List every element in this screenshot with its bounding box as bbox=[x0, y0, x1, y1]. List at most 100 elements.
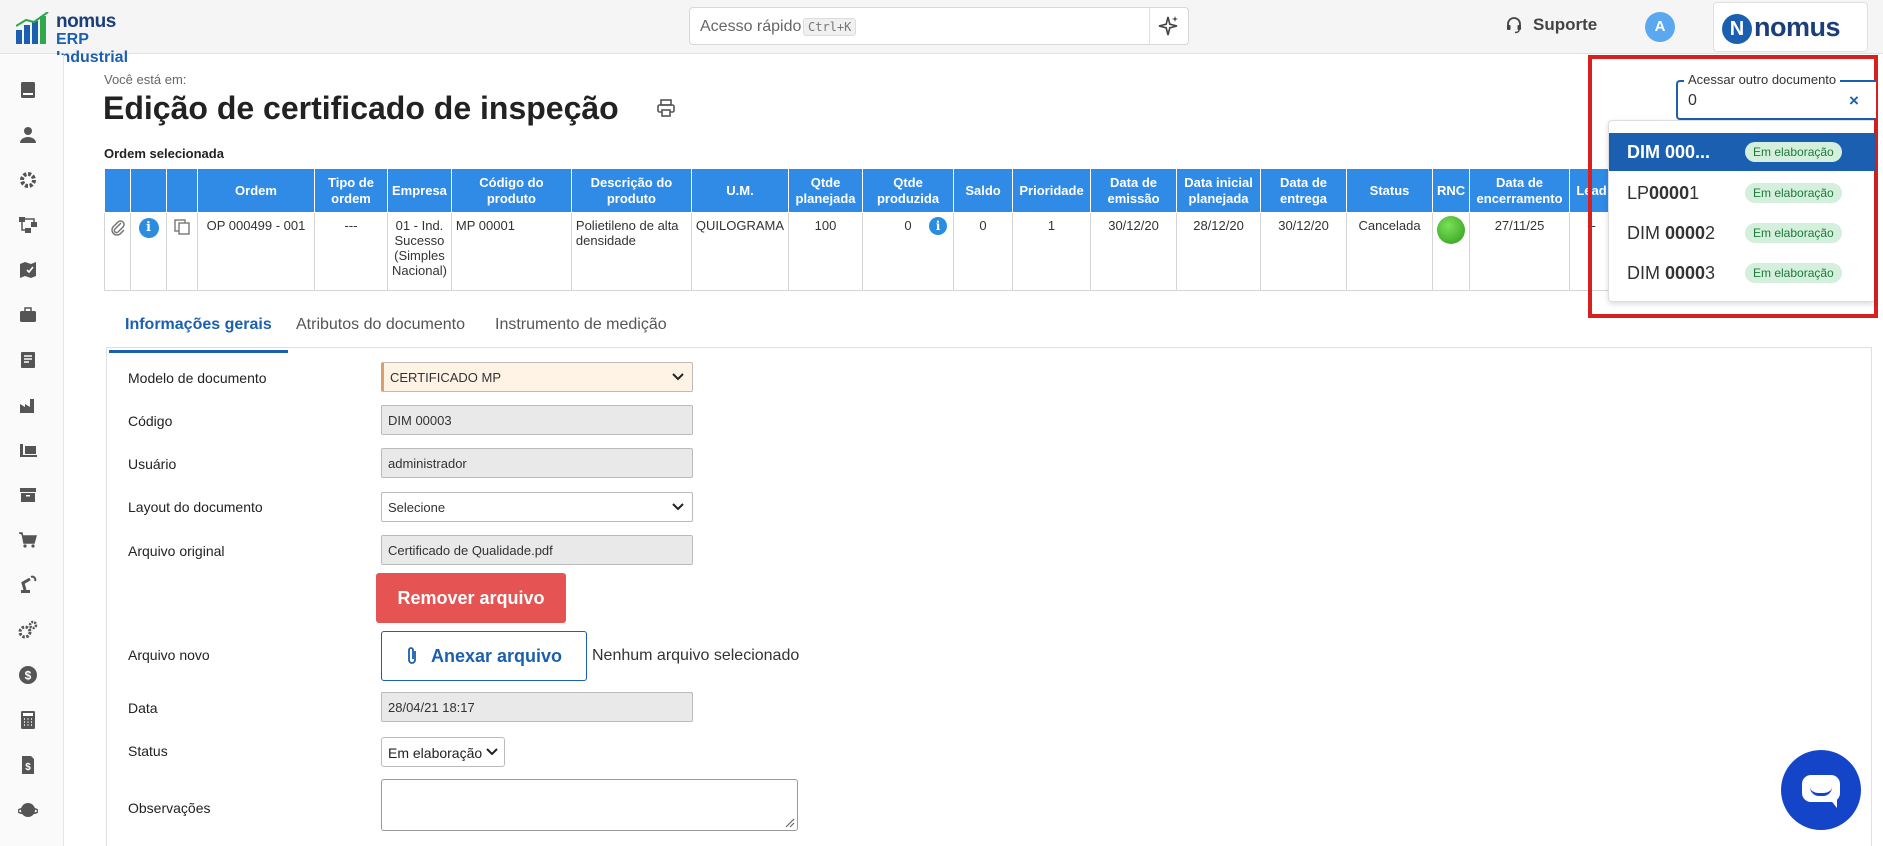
modelo-label: Modelo de documento bbox=[128, 370, 267, 386]
nomus-brand-logo: N nomus bbox=[1713, 2, 1868, 52]
user-avatar[interactable]: A bbox=[1645, 12, 1675, 42]
forklift-icon[interactable] bbox=[18, 440, 38, 460]
cell-data-encerramento: 27/11/25 bbox=[1469, 212, 1571, 291]
status-badge: Em elaboração bbox=[1745, 142, 1842, 162]
codigo-label: Código bbox=[128, 413, 173, 429]
codigo-field[interactable]: DIM 00003 bbox=[381, 405, 693, 435]
cell-descricao: Polietileno de alta densidade bbox=[570, 212, 692, 291]
modelo-select[interactable]: CERTIFICADO MP bbox=[381, 362, 693, 392]
col-header-qtde-produzida[interactable]: Qtde produzida bbox=[862, 168, 955, 213]
archive-icon[interactable] bbox=[18, 485, 38, 505]
col-header-descricao[interactable]: Descrição do produto bbox=[570, 168, 692, 213]
map-icon[interactable] bbox=[18, 260, 38, 280]
col-header-data-emissao[interactable]: Data de emissão bbox=[1090, 168, 1178, 213]
observacoes-label: Observações bbox=[128, 800, 211, 816]
tab-label: Informações gerais bbox=[125, 316, 272, 333]
dropdown-item[interactable]: LP00001 Em elaboração bbox=[1609, 174, 1875, 212]
qtde-info-icon[interactable]: i bbox=[929, 217, 948, 235]
clear-icon[interactable]: × bbox=[1849, 91, 1859, 111]
settings-cluster-icon[interactable] bbox=[18, 620, 38, 640]
form-panel bbox=[106, 347, 1872, 846]
search-placeholder: Acesso rápido bbox=[700, 18, 802, 35]
col-header-data-entrega[interactable]: Data de entrega bbox=[1260, 168, 1348, 213]
dropdown-item[interactable]: DIM 00003 Em elaboração bbox=[1609, 254, 1875, 292]
attach-file-label: Anexar arquivo bbox=[431, 646, 563, 666]
user-icon[interactable] bbox=[18, 125, 38, 145]
dropdown-item-code: LP00001 bbox=[1627, 183, 1700, 203]
col-header-um[interactable]: U.M. bbox=[690, 168, 790, 213]
col-header-prioridade[interactable]: Prioridade bbox=[1012, 168, 1092, 213]
col-header-empresa[interactable]: Empresa bbox=[387, 168, 452, 213]
status-select[interactable]: Em elaboração bbox=[381, 737, 505, 767]
cell-data-emissao: 30/12/20 bbox=[1090, 212, 1178, 291]
data-field[interactable]: 28/04/21 18:17 bbox=[381, 692, 693, 722]
nomus-erp-logo[interactable]: nomus ERP Industrial bbox=[14, 8, 164, 66]
cell-codigo: MP 00001 bbox=[450, 212, 572, 291]
cell-tipo: --- bbox=[314, 212, 388, 291]
document-icon[interactable] bbox=[18, 350, 38, 370]
col-header-qtde-planejada[interactable]: Qtde planejada bbox=[788, 168, 864, 213]
cell-saldo: 0 bbox=[953, 212, 1014, 291]
briefcase-icon[interactable] bbox=[18, 305, 38, 325]
dollar-icon[interactable]: $ bbox=[18, 665, 38, 685]
attach-file-button[interactable]: Anexar arquivo bbox=[381, 631, 587, 681]
book-icon[interactable] bbox=[18, 80, 38, 100]
chevron-down-icon bbox=[486, 748, 498, 756]
factory-icon[interactable] bbox=[18, 395, 38, 415]
arquivo-original-field[interactable]: Certificado de Qualidade.pdf bbox=[381, 535, 693, 565]
planet-icon[interactable] bbox=[18, 800, 38, 820]
usuario-field[interactable]: administrador bbox=[381, 448, 693, 478]
status-value: Em elaboração bbox=[388, 745, 483, 761]
status-badge: Em elaboração bbox=[1745, 223, 1842, 243]
col-header-data-inicial[interactable]: Data inicial planejada bbox=[1176, 168, 1262, 213]
cart-icon[interactable] bbox=[18, 530, 38, 550]
chevron-down-icon bbox=[672, 373, 684, 381]
copy-icon[interactable] bbox=[173, 218, 191, 236]
invoice-icon[interactable]: $ bbox=[18, 755, 38, 775]
status-badge: Em elaboração bbox=[1745, 263, 1842, 283]
access-document-dropdown: DIM 000... Em elaboração LP00001 Em elab… bbox=[1608, 120, 1875, 302]
usuario-label: Usuário bbox=[128, 456, 177, 472]
support-link[interactable]: Suporte bbox=[1505, 15, 1597, 35]
col-header-codigo[interactable]: Código do produto bbox=[450, 168, 572, 213]
status-label: Status bbox=[128, 743, 168, 759]
headset-icon bbox=[1507, 17, 1521, 34]
robot-arm-icon[interactable] bbox=[18, 575, 38, 595]
svg-text:$: $ bbox=[25, 762, 31, 773]
resize-handle-icon[interactable] bbox=[785, 818, 795, 828]
calculator-icon[interactable] bbox=[18, 710, 38, 730]
col-header-ordem[interactable]: Ordem bbox=[197, 168, 315, 213]
arquivo-original-label: Arquivo original bbox=[128, 543, 225, 559]
gear-icon[interactable] bbox=[18, 170, 38, 190]
sparkle-icon[interactable] bbox=[1156, 14, 1180, 38]
col-header-rnc[interactable]: RNC bbox=[1432, 168, 1471, 213]
col-header-copy bbox=[166, 168, 198, 213]
layout-select[interactable]: Selecione bbox=[381, 492, 693, 522]
chevron-down-icon bbox=[672, 503, 684, 511]
dropdown-item[interactable]: DIM 000... Em elaboração bbox=[1609, 133, 1875, 171]
arquivo-novo-label: Arquivo novo bbox=[128, 647, 210, 663]
table-row[interactable]: i OP 000499 - 001 --- 01 - Ind. Sucesso … bbox=[104, 212, 1615, 291]
col-header-data-encerramento[interactable]: Data de encerramento bbox=[1469, 168, 1571, 213]
tab-label: Atributos do documento bbox=[296, 316, 465, 333]
data-label: Data bbox=[128, 700, 158, 716]
cell-data-entrega: 30/12/20 bbox=[1260, 212, 1348, 291]
chat-button[interactable] bbox=[1781, 750, 1861, 830]
logo-bars-icon bbox=[16, 12, 49, 44]
printer-icon[interactable] bbox=[656, 98, 676, 118]
col-header-tipo[interactable]: Tipo de ordem bbox=[314, 168, 388, 213]
flow-icon[interactable] bbox=[18, 215, 38, 235]
info-cell: i bbox=[130, 212, 167, 291]
paperclip-icon[interactable] bbox=[110, 218, 126, 236]
col-header-saldo[interactable]: Saldo bbox=[953, 168, 1014, 213]
quick-access-search[interactable]: Acesso rápido Ctrl+K bbox=[689, 7, 1189, 45]
remove-file-button[interactable]: Remover arquivo bbox=[376, 573, 566, 623]
copy-cell bbox=[166, 212, 198, 291]
table-header-row: Ordem Tipo de ordem Empresa Código do pr… bbox=[104, 168, 1615, 213]
dropdown-item[interactable]: DIM 00002 Em elaboração bbox=[1609, 214, 1875, 252]
cell-ordem: OP 000499 - 001 bbox=[197, 212, 315, 291]
observacoes-textarea[interactable] bbox=[381, 779, 798, 831]
rnc-status-indicator[interactable] bbox=[1437, 216, 1466, 244]
info-icon[interactable]: i bbox=[138, 218, 159, 238]
col-header-status[interactable]: Status bbox=[1346, 168, 1434, 213]
